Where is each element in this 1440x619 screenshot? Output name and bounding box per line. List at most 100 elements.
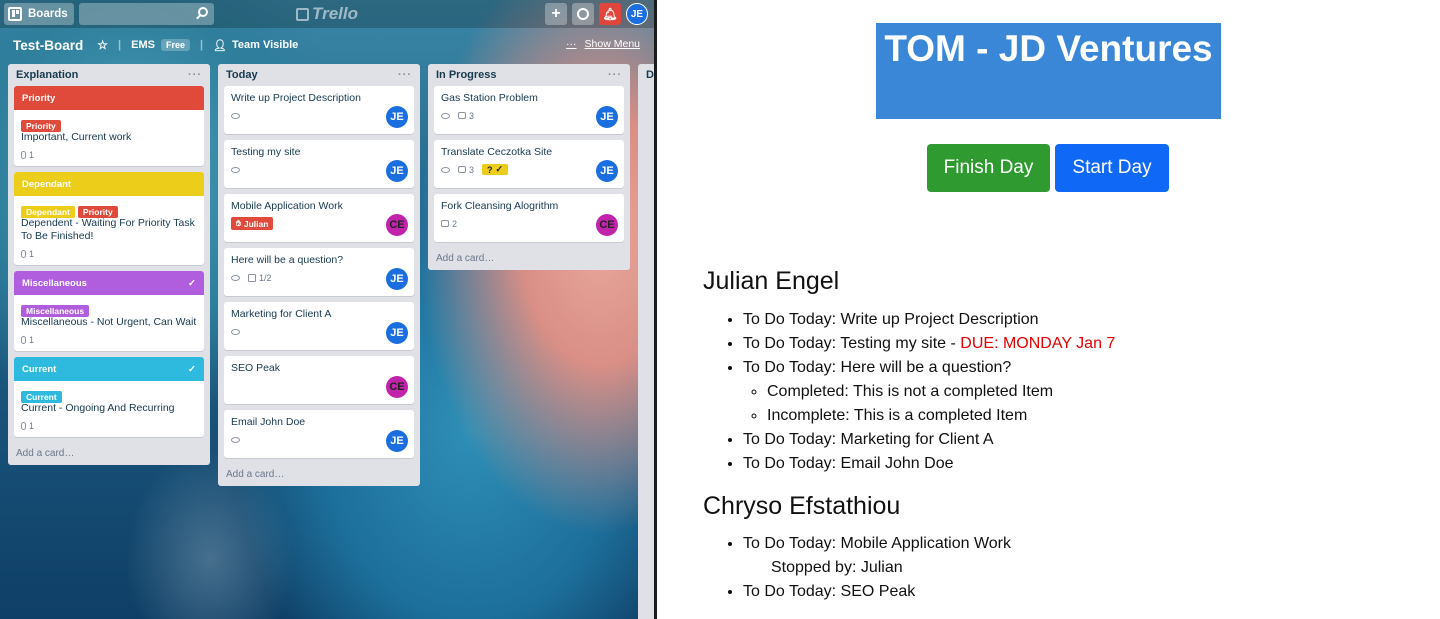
card[interactable]: Mobile Application Work ✋︎ Julian CE [224,194,414,242]
card[interactable]: Fork Cleansing Alogrithm 2 CE [434,194,624,242]
stopped-note: Stopped by: Julian [743,556,1011,580]
list-header: In Progress ··· [434,64,624,86]
search-input[interactable] [78,3,214,25]
card-badges: 2 [441,218,617,229]
card[interactable]: Gas Station Problem 3 JE [434,86,624,134]
list-menu-icon[interactable]: ··· [398,69,412,81]
trello-logo[interactable]: Trello [296,4,358,24]
show-menu-link[interactable]: ··· Show Menu [566,38,640,50]
team-selector[interactable]: EMS Free [131,39,190,51]
card-badges [231,164,407,175]
task-text: To Do Today: SEO Peak [743,583,916,600]
member-avatar[interactable]: JE [596,106,618,128]
task-text: To Do Today: Testing my site - [743,335,956,352]
member-avatar[interactable]: JE [596,160,618,182]
question-flag: ? ✓ [482,164,509,175]
top-bar: Boards Trello + 🔔︎ JE [0,0,654,28]
list-title[interactable]: Today [226,69,258,81]
card[interactable]: Translate Ceczotka Site 3? ✓ JE [434,140,624,188]
team-name: EMS [131,39,155,51]
member-avatar[interactable]: CE [386,376,408,398]
list-title[interactable]: In Progress [436,69,497,81]
card-badges: 1 [21,149,197,160]
list-title[interactable]: D [646,69,654,81]
member-avatar[interactable]: CE [386,214,408,236]
card-title: Gas Station Problem [441,92,538,104]
comment-icon [441,220,449,227]
add-button[interactable]: + [545,3,567,25]
card[interactable]: Priority Priority Important, Current wor… [14,86,204,166]
member-avatar[interactable]: JE [386,160,408,182]
card-badges [231,326,407,337]
watch-icon [441,166,450,173]
member-avatar[interactable]: JE [386,322,408,344]
card-title: Miscellaneous - Not Urgent, Can Wait [21,316,197,328]
start-day-button[interactable]: Start Day [1055,144,1169,192]
card-title: SEO Peak [231,362,281,374]
divider: | [199,39,204,51]
card-labels: Current [21,387,197,403]
card[interactable]: Testing my site JE [224,140,414,188]
hand-icon: ✋︎ [236,218,241,228]
card-title: Testing my site [231,146,301,158]
card[interactable]: Dependant Dependant Priority Dependent - … [14,172,204,265]
list-header: Explanation ··· [14,64,204,86]
user-avatar[interactable]: JE [626,3,648,25]
star-icon[interactable]: ☆ [97,38,108,52]
list-menu-icon[interactable]: ··· [608,69,622,81]
card[interactable]: Email John Doe JE [224,410,414,458]
add-card-button[interactable]: Add a card… [224,464,414,480]
card[interactable]: Write up Project Description JE [224,86,414,134]
card[interactable]: Miscellaneous ✓ Miscellaneous Miscellaneo… [14,271,204,351]
add-card-button[interactable]: Add a card… [434,248,624,264]
list-in-progress: In Progress ··· Gas Station Problem 3 JE… [428,64,630,270]
attachment-badge: 1 [21,249,34,259]
more-icon: ··· [566,38,577,50]
card-title: Important, Current work [21,131,132,143]
card[interactable]: Here will be a question? 1/2 JE [224,248,414,296]
plan-badge: Free [160,39,190,51]
info-icon [577,8,589,20]
board-title[interactable]: Test-Board [13,38,83,53]
member-avatar[interactable]: JE [386,430,408,452]
label-bar-miscellaneous: Miscellaneous ✓ [14,271,204,295]
add-card-button[interactable]: Add a card… [14,443,204,459]
task-item: To Do Today: Testing my site - DUE: MOND… [743,332,1115,356]
checklist-icon [248,273,256,282]
team-icon: 👤︎ [213,39,228,52]
comments-badge: 3 [458,165,474,175]
notifications-button[interactable]: 🔔︎ [599,3,621,25]
card-labels: Miscellaneous [21,301,197,317]
checklist-items: Completed: This is not a completed Item … [767,380,1115,428]
card[interactable]: SEO Peak CE [224,356,414,404]
card-title: Marketing for Client A [231,308,332,320]
board-header: Test-Board ☆ | EMS Free | 👤︎ Team Visibl… [0,34,654,56]
list-today: Today ··· Write up Project Description J… [218,64,420,486]
card-badges: 3 [441,110,617,121]
member-avatar[interactable]: CE [596,214,618,236]
finish-day-button[interactable]: Finish Day [927,144,1050,192]
task-list: To Do Today: Write up Project Descriptio… [743,308,1115,476]
task-text: To Do Today: Email John Doe [743,455,954,472]
member-avatar[interactable]: JE [386,106,408,128]
comment-count: 2 [452,218,458,229]
list-header: Today ··· [224,64,414,86]
show-menu-label: Show Menu [584,38,640,50]
watch-icon [231,166,240,173]
search-icon[interactable] [197,7,208,17]
member-avatar[interactable]: JE [386,268,408,290]
card-badges [231,110,407,121]
list-menu-icon[interactable]: ··· [188,69,202,81]
info-button[interactable] [572,3,594,25]
checklist-item: Incomplete: This is a completed Item [767,404,1115,428]
attachment-badge: 1 [21,335,34,345]
list-title[interactable]: Explanation [16,69,78,81]
boards-button[interactable]: Boards [4,3,74,25]
card-badges [231,434,407,445]
card[interactable]: Marketing for Client A JE [224,302,414,350]
visibility-button[interactable]: 👤︎ Team Visible [213,39,298,52]
card-badges: 1/2 [231,272,407,283]
card[interactable]: Current ✓ Current Current - Ongoing And R… [14,357,204,437]
stopped-by-tag: ✋︎ Julian [231,217,274,230]
card-title: Email John Doe [231,416,306,428]
